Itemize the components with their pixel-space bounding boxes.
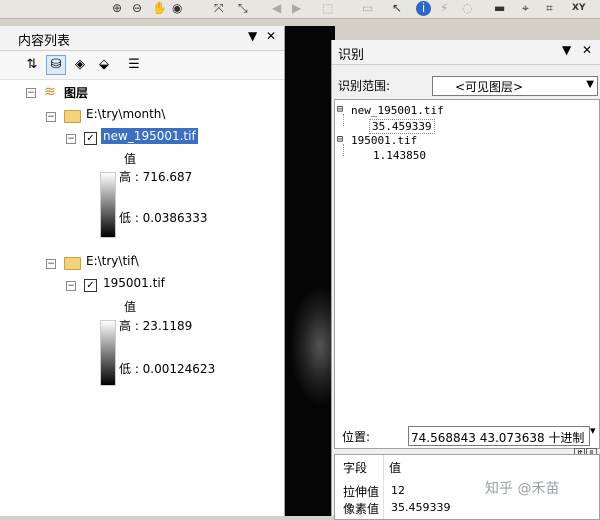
folder-icon [64, 110, 81, 123]
select-elements-icon[interactable]: ↖ [392, 1, 402, 16]
list-by-source-icon[interactable]: ⛁ [46, 55, 66, 75]
layer-new-label[interactable]: new_195001.tif [101, 128, 198, 144]
layer-new-color-ramp [100, 172, 116, 238]
identify-title-bar: 识别 ▼ ✕ [332, 40, 600, 65]
attr-row-value: 12 [391, 484, 405, 497]
layers-icon: ≋ [44, 84, 56, 100]
zoom-in-icon[interactable]: ⊕ [112, 1, 122, 16]
identify-scope-label: 识别范围: [338, 79, 391, 93]
attr-header-field: 字段 [343, 461, 368, 475]
close-icon[interactable]: ✕ [582, 43, 592, 57]
select-features-icon[interactable]: ⬚ [322, 1, 333, 16]
pin-icon[interactable]: ▼ [248, 29, 257, 43]
toc-title-bar: 内容列表 ▼ ✕ [0, 26, 284, 51]
identify-panel: 识别 ▼ ✕ 识别范围: <可见图层> ▼ ⊟ new_195001.tif 3… [331, 40, 600, 520]
measure-icon[interactable]: ▬ [494, 1, 505, 16]
expander-folder-month[interactable]: − [46, 112, 56, 122]
attr-row-field: 拉伸值 [343, 485, 380, 499]
expander-root[interactable]: − [26, 88, 36, 98]
attr-row-field: 像素值 [343, 502, 380, 516]
layer-new-high: 高 : 716.687 [119, 170, 193, 184]
identify-results-tree: ⊟ new_195001.tif 35.459339 ⊟ 195001.tif … [334, 99, 600, 449]
pin-icon[interactable]: ▼ [562, 43, 571, 57]
go-to-xy-icon[interactable]: XY [572, 1, 585, 16]
fixed-zoom-icon[interactable]: ⤡ [238, 1, 248, 16]
main-toolbar: ⊕ ⊖ ✋ ◉ ⤧ ⤡ ◀ ▶ ⬚ ▭ ↖ i ⚡ ◌ ▬ ⌖ ⌗ XY [0, 0, 600, 19]
find-route-icon[interactable]: ⌗ [546, 1, 553, 16]
result-value-195001[interactable]: 1.143850 [373, 149, 426, 162]
identify-scope-value: <可见图层> [455, 80, 524, 94]
identify-scope-dropdown[interactable]: <可见图层> ▼ [432, 76, 598, 96]
options-icon[interactable]: ☰ [124, 55, 144, 75]
result-layer-195001[interactable]: 195001.tif [351, 134, 417, 147]
folder-tif-label: E:\try\tif\ [86, 254, 139, 268]
zoom-out-icon[interactable]: ⊖ [132, 1, 142, 16]
toc-toolbar: ⇅ ⛁ ◈ ⬙ ☰ [0, 51, 284, 80]
list-by-drawing-order-icon[interactable]: ⇅ [22, 55, 42, 75]
close-icon[interactable]: ✕ [266, 29, 276, 43]
layer-195001-label[interactable]: 195001.tif [103, 276, 165, 290]
layer-new-checkbox[interactable]: ✓ [84, 132, 97, 145]
tree-connector [343, 114, 345, 126]
expander-folder-tif[interactable]: − [46, 259, 56, 269]
layer-195001-high: 高 : 23.1189 [119, 319, 193, 333]
position-label: 位置: [342, 430, 371, 444]
column-divider [383, 455, 384, 519]
watermark: 知乎 @禾苗 [485, 481, 560, 497]
folder-icon [64, 257, 81, 270]
clear-selection-icon[interactable]: ▭ [362, 1, 373, 16]
attribute-table: 字段 值 拉伸值 12 像素值 35.459339 [334, 454, 600, 520]
list-by-visibility-icon[interactable]: ◈ [70, 55, 90, 75]
layer-195001-low: 低 : 0.00124623 [119, 362, 216, 376]
zoom-extent-icon[interactable]: ⤧ [214, 1, 224, 16]
position-field[interactable]: 74.568843 43.073638 十进制 [408, 426, 590, 446]
folder-month-label: E:\try\month\ [86, 107, 166, 121]
layer-195001-checkbox[interactable]: ✓ [84, 279, 97, 292]
pan-icon[interactable]: ✋ [152, 1, 167, 16]
expander-layer-new[interactable]: − [66, 134, 76, 144]
result-value-new[interactable]: 35.459339 [369, 119, 435, 134]
layer-195001-color-ramp [100, 320, 116, 386]
globe-icon[interactable]: ◉ [172, 1, 182, 16]
tree-connector [343, 144, 345, 156]
attr-header-value: 值 [389, 461, 402, 475]
layer-new-low: 低 : 0.0386333 [119, 211, 208, 225]
forward-icon[interactable]: ▶ [292, 1, 301, 16]
attr-row-value: 35.459339 [391, 501, 451, 514]
identify-icon[interactable]: i [416, 1, 431, 16]
hyperlink-icon[interactable]: ⚡ [440, 1, 448, 16]
result-layer-new[interactable]: new_195001.tif [351, 104, 444, 117]
identify-title: 识别 [338, 48, 365, 63]
position-value: 74.568843 43.073638 十进制 [411, 431, 585, 445]
list-by-selection-icon[interactable]: ⬙ [94, 55, 114, 75]
html-popup-icon[interactable]: ◌ [462, 1, 472, 16]
layer-195001-value-label: 值 [124, 300, 137, 314]
layers-root-label: 图层 [64, 86, 89, 100]
map-canvas[interactable] [285, 26, 335, 516]
find-icon[interactable]: ⌖ [522, 1, 529, 16]
expander-layer-195001[interactable]: − [66, 281, 76, 291]
back-icon[interactable]: ◀ [272, 1, 281, 16]
chevron-down-icon[interactable]: ▼ [586, 79, 594, 90]
toc-title: 内容列表 [18, 34, 71, 49]
table-of-contents-panel: 内容列表 ▼ ✕ ⇅ ⛁ ◈ ⬙ ☰ − ≋ 图层 − E:\try\month… [0, 26, 285, 516]
position-units-dropdown-icon[interactable]: ▾ [590, 424, 596, 437]
layer-new-value-label: 值 [124, 152, 137, 166]
